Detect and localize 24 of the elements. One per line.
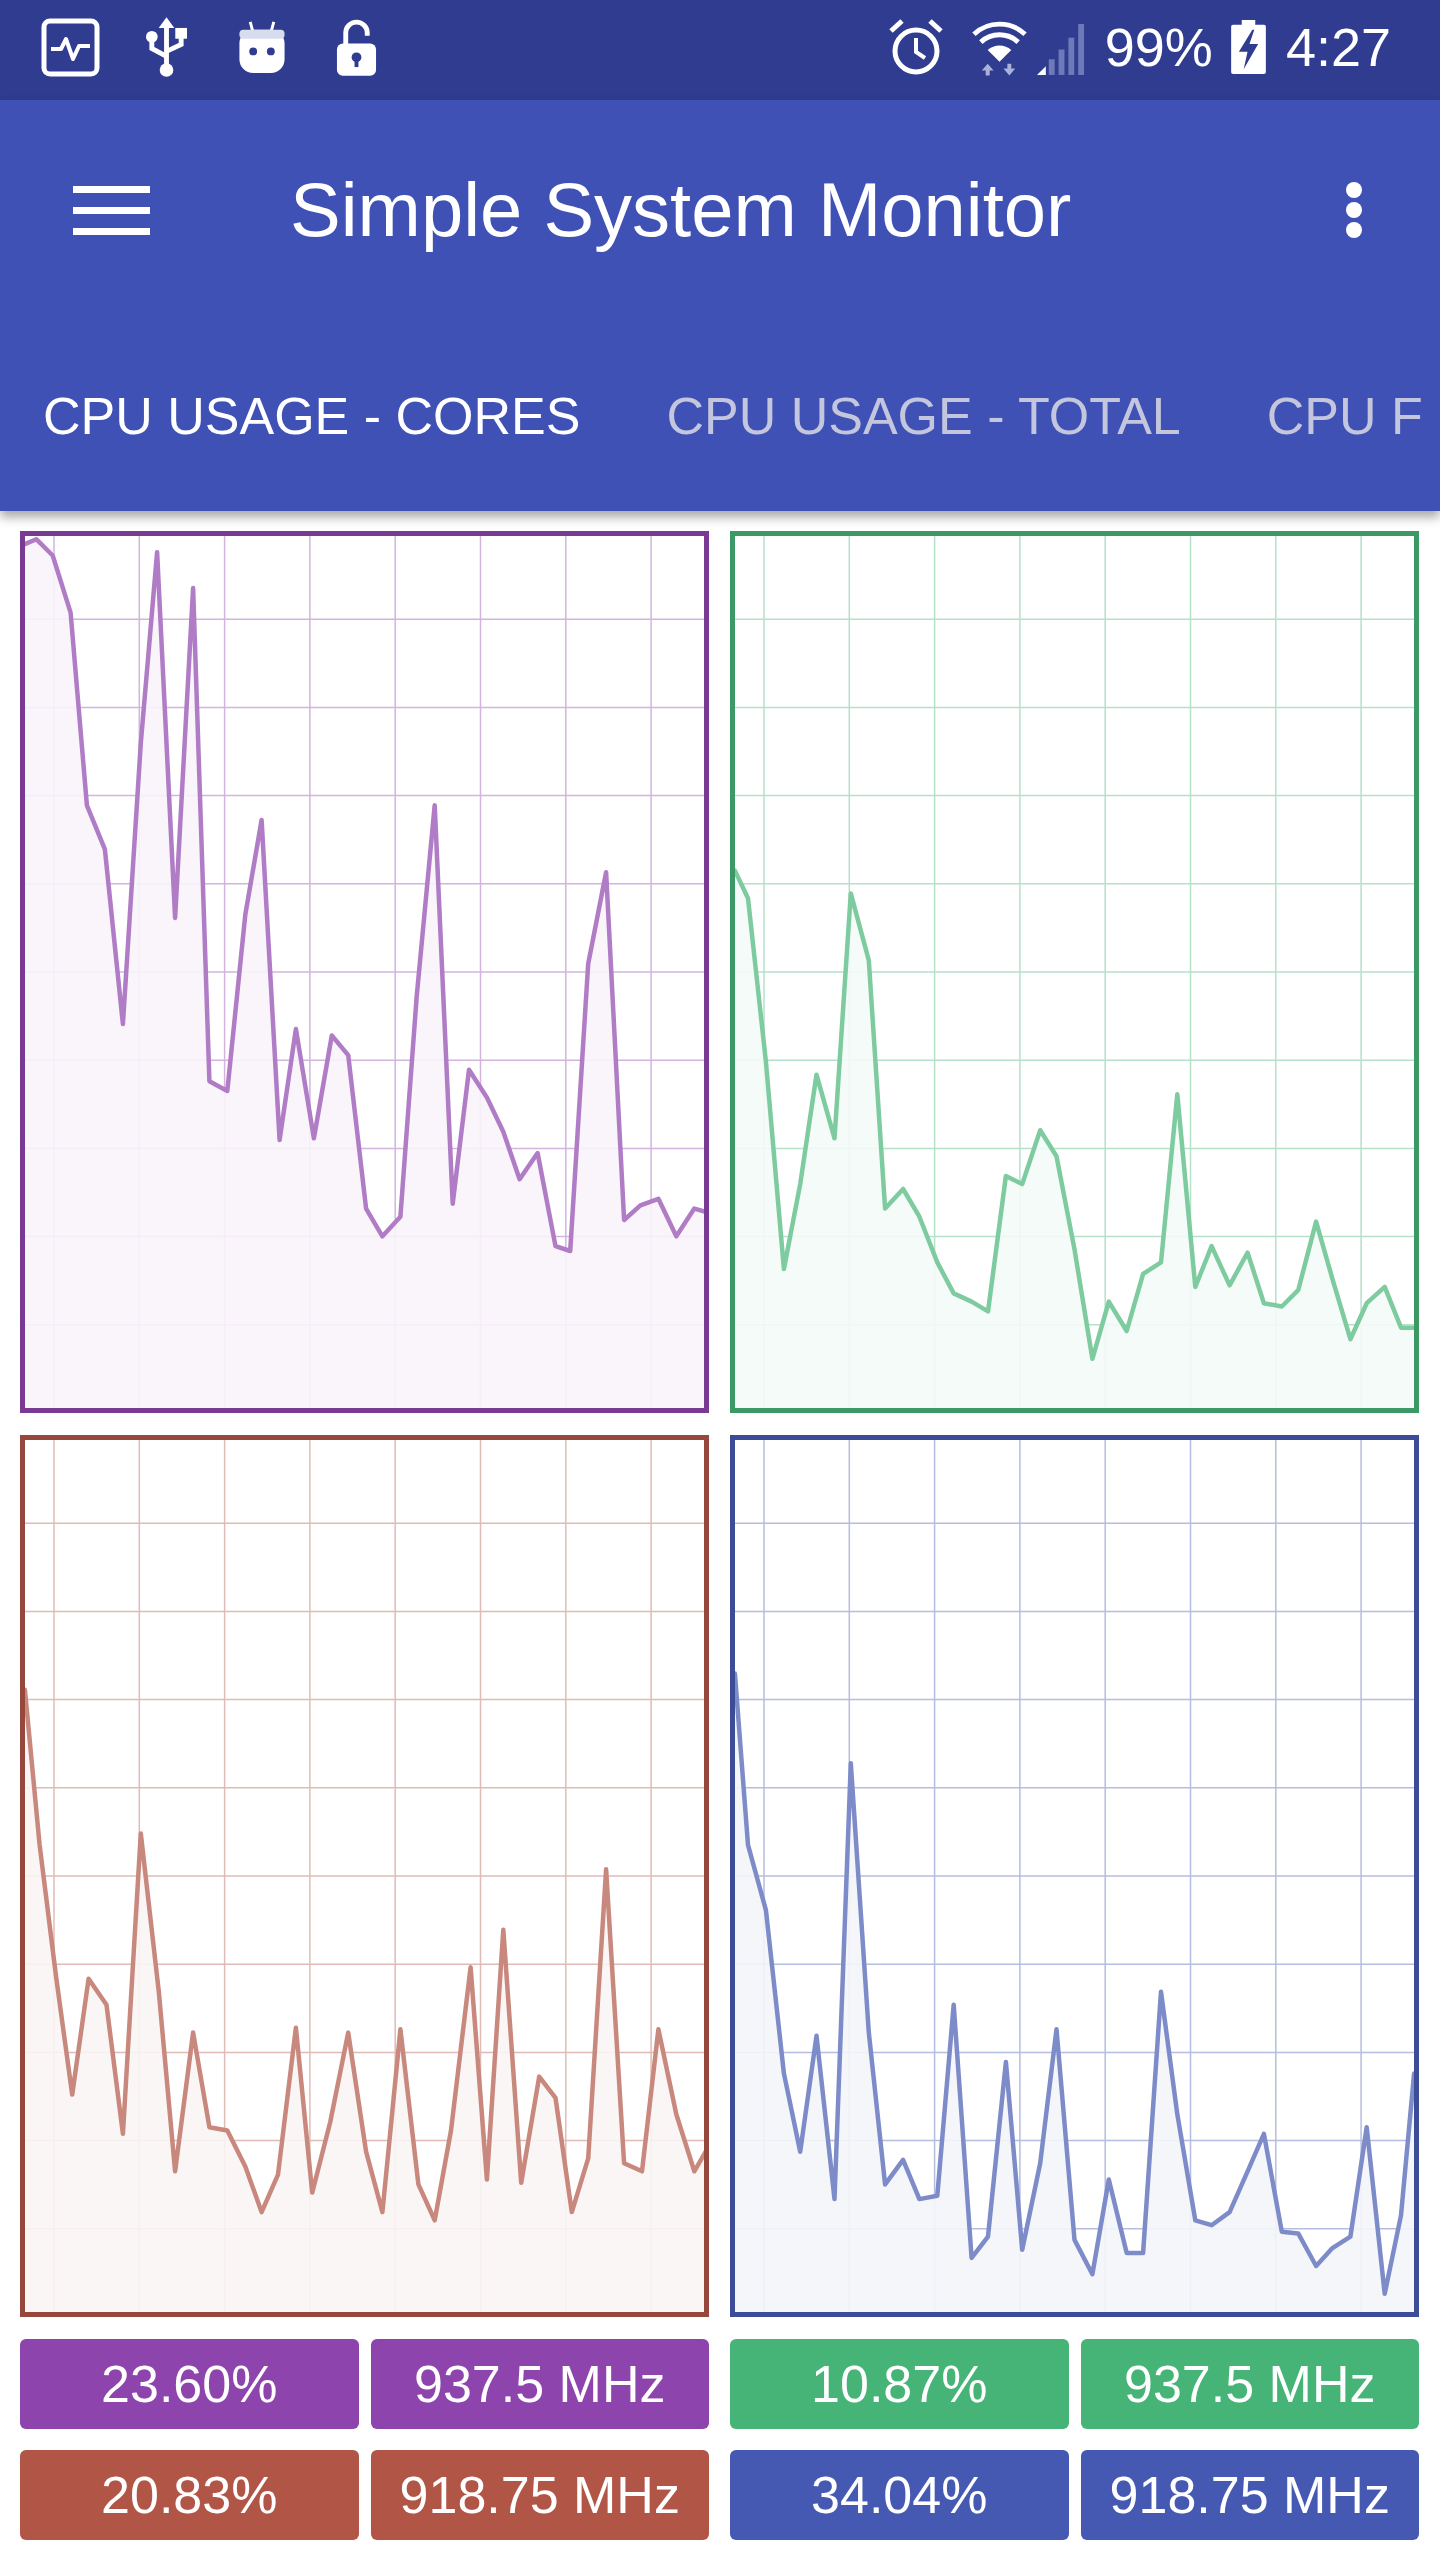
- cpu-frequency-badge: 937.5 MHz: [370, 2339, 709, 2429]
- battery-percentage: 99%: [1104, 20, 1213, 74]
- tab[interactable]: CPU F: [1223, 320, 1423, 511]
- cpu-usage-badge: 20.83%: [20, 2450, 359, 2540]
- unlocked-padlock-icon: [335, 17, 378, 77]
- tab[interactable]: CPU USAGE - TOTAL: [623, 320, 1224, 511]
- cpu-usage-badge: 34.04%: [730, 2450, 1069, 2540]
- cpu-usage-badge: 23.60%: [20, 2339, 359, 2429]
- app-title: Simple System Monitor: [290, 166, 1073, 255]
- cpu-frequency-badge: 918.75 MHz: [370, 2450, 709, 2540]
- menu-icon: [73, 185, 150, 235]
- cpu-usage-badge: 10.87%: [730, 2339, 1069, 2429]
- menu-button[interactable]: [73, 185, 150, 235]
- battery-charging-icon: [1228, 20, 1268, 74]
- clock-time: 4:27: [1285, 20, 1391, 74]
- robot-head-icon: [238, 20, 286, 74]
- cpu-frequency-badge: 937.5 MHz: [1080, 2339, 1419, 2429]
- more-options-icon: [1346, 182, 1362, 238]
- more-options-button[interactable]: [1346, 182, 1362, 238]
- cpu-frequency-badge: 918.75 MHz: [1080, 2450, 1419, 2540]
- usb-icon: [145, 16, 188, 78]
- tab[interactable]: CPU USAGE - CORES: [0, 320, 624, 511]
- alarm-clock-icon: [887, 17, 944, 77]
- pulse-icon: [41, 17, 100, 77]
